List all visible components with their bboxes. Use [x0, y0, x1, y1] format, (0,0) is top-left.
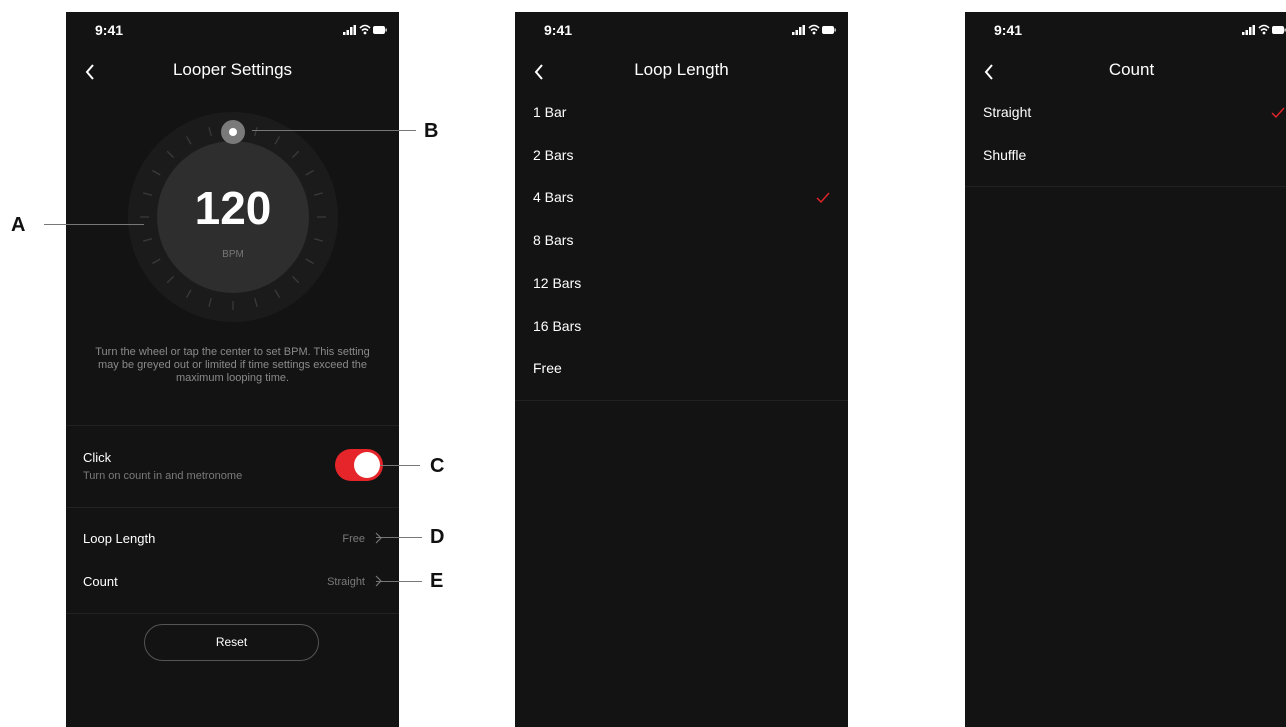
- callout-c: C: [430, 455, 445, 477]
- page-title: Count: [1108, 60, 1155, 79]
- nav-bar: Loop Length: [515, 56, 848, 90]
- callout-line-e: [376, 581, 422, 582]
- callout-line-c: [380, 465, 420, 466]
- count-label: Count: [83, 574, 118, 589]
- divider: [515, 400, 848, 401]
- status-time: 9:41: [95, 22, 124, 38]
- status-time: 9:41: [994, 22, 1023, 38]
- option-label: 8 Bars: [533, 232, 574, 249]
- option-label: 12 Bars: [533, 274, 582, 291]
- looper-settings-screen: 9:41 Looper Settings 120 BPM Turn the wh…: [66, 12, 399, 727]
- status-time: 9:41: [544, 22, 573, 38]
- option-label: Straight: [983, 104, 1032, 120]
- option-label: 2 Bars: [533, 146, 574, 163]
- bpm-unit: BPM: [222, 249, 244, 260]
- page-title: Loop Length: [634, 60, 729, 79]
- count-value: Straight: [327, 576, 365, 588]
- callout-b: B: [424, 120, 439, 142]
- callout-line-a: [44, 224, 144, 225]
- loop-length-label: Loop Length: [83, 531, 156, 546]
- callout-d: D: [430, 526, 445, 548]
- divider: [66, 613, 399, 614]
- option-label: Shuffle: [983, 147, 1027, 163]
- chevron-right-icon: [375, 532, 382, 544]
- nav-bar: Count: [965, 56, 1286, 90]
- callout-a: A: [11, 214, 26, 236]
- bpm-hint-text: Turn the wheel or tap the center to set …: [95, 346, 370, 384]
- toggle-knob: [354, 452, 380, 478]
- status-icons: [1242, 24, 1286, 35]
- divider: [66, 425, 399, 426]
- count-screen: 9:41 Count Straight Shuffle: [965, 12, 1286, 727]
- page-title: Looper Settings: [172, 60, 293, 79]
- click-sublabel: Turn on count in and metronome: [83, 470, 243, 482]
- callout-e: E: [430, 570, 444, 592]
- loop-length-value: Free: [342, 533, 365, 545]
- status-bar: 9:41: [66, 12, 399, 48]
- divider: [965, 186, 1286, 187]
- loop-length-screen: 9:41 Loop Length 1 Bar 2 Bars 4 Bars 8 Bars…: [515, 12, 848, 727]
- click-label: Click: [83, 450, 112, 465]
- status-bar: 9:41: [965, 12, 1286, 48]
- checkmark-icon: [1271, 107, 1285, 119]
- option-label: Free: [533, 360, 562, 377]
- checkmark-icon: [816, 192, 830, 204]
- bpm-value[interactable]: 120: [127, 181, 339, 235]
- option-label: 16 Bars: [533, 317, 582, 334]
- divider: [66, 507, 399, 508]
- callout-line-b: [252, 130, 416, 131]
- status-icons: [343, 24, 387, 35]
- click-toggle[interactable]: [335, 449, 383, 481]
- status-bar: 9:41: [515, 12, 848, 48]
- status-icons: [792, 24, 836, 35]
- option-label: 4 Bars: [533, 189, 574, 206]
- option-label: 1 Bar: [533, 104, 567, 120]
- reset-button[interactable]: Reset: [144, 624, 319, 661]
- callout-line-d: [376, 537, 422, 538]
- nav-bar: Looper Settings: [66, 56, 399, 90]
- bpm-dial[interactable]: 120 BPM: [127, 111, 339, 323]
